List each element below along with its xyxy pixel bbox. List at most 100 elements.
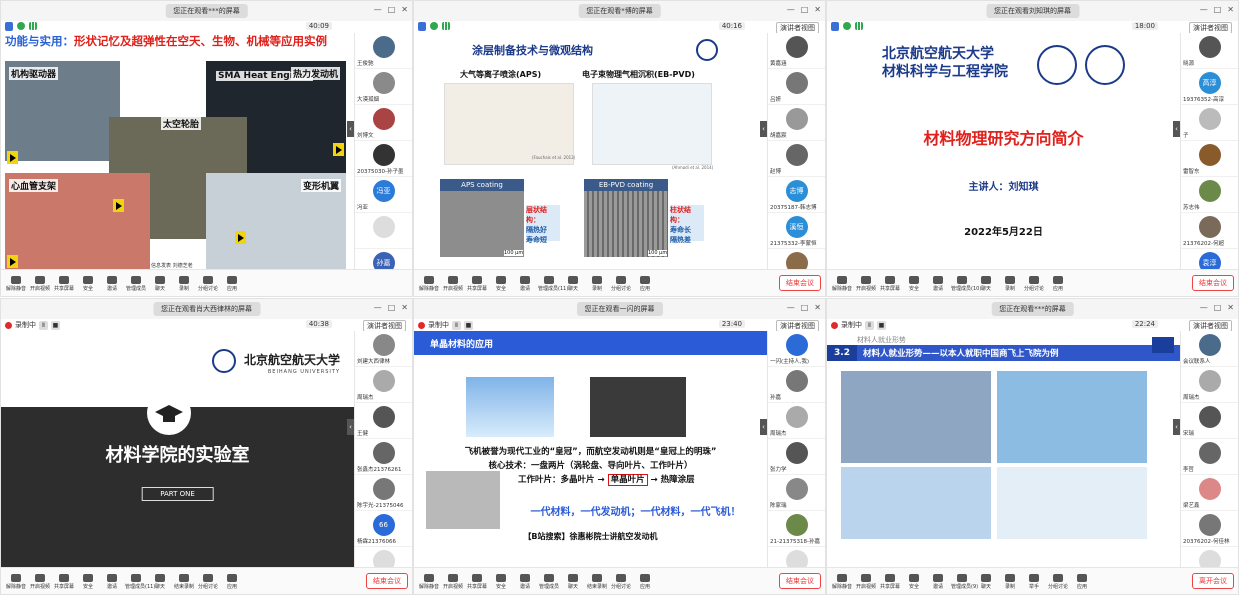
participant-tile[interactable]: 宋瑞 (1181, 403, 1238, 439)
participant-tile[interactable]: 大漠孤烟 (355, 69, 412, 105)
participant-tile[interactable]: 66 杨霖21376066 (355, 511, 412, 547)
participant-tile[interactable] (355, 547, 412, 569)
close-icon[interactable]: ✕ (401, 303, 408, 312)
play-icon[interactable] (7, 151, 18, 164)
participant-tile[interactable] (355, 213, 412, 249)
toolbar-button[interactable]: 开启视频 (29, 573, 51, 590)
stop-recording-button[interactable]: ■ (464, 320, 473, 330)
participant-tile[interactable]: 高淳 19376352-高淳 (1181, 69, 1238, 105)
toolbar-button[interactable]: 管理成员(11) (538, 275, 568, 292)
stop-recording-button[interactable]: ■ (51, 320, 60, 330)
participant-tile[interactable]: 王俊驰 (355, 33, 412, 69)
participant-tile[interactable]: 刘博文 (355, 105, 412, 141)
minimize-icon[interactable]: — (787, 303, 795, 312)
participant-tile[interactable]: 志博 20375187-韩志博 (768, 177, 825, 213)
toolbar-button[interactable]: 邀请 (514, 573, 536, 590)
toolbar-button[interactable]: 分组讨论 (1023, 275, 1045, 292)
stop-recording-button[interactable]: ■ (877, 320, 886, 330)
toolbar-button[interactable]: 聊天 (975, 573, 997, 590)
maximize-icon[interactable]: □ (388, 303, 396, 312)
minimize-icon[interactable]: — (787, 5, 795, 14)
toolbar-button[interactable]: 录制 (999, 275, 1021, 292)
toolbar-button[interactable]: 分组讨论 (610, 275, 632, 292)
shield-icon[interactable] (5, 22, 13, 31)
toolbar-button[interactable]: 分组讨论 (197, 275, 219, 292)
toolbar-button[interactable]: 管理成员(11) (125, 573, 155, 590)
toolbar-button[interactable]: 解除静音 (418, 573, 440, 590)
toolbar-button[interactable]: 聊天 (562, 275, 584, 292)
participant-tile[interactable]: 周瑞杰 (355, 367, 412, 403)
signal-icon[interactable] (855, 22, 863, 30)
toolbar-button[interactable]: 共享屏幕 (879, 573, 901, 590)
participant-tile[interactable] (768, 249, 825, 271)
maximize-icon[interactable]: □ (801, 303, 809, 312)
signal-icon[interactable] (29, 22, 37, 30)
participant-tile[interactable]: 吕妍 (768, 69, 825, 105)
participant-tile[interactable]: 冯亚 冯亚 (355, 177, 412, 213)
maximize-icon[interactable]: □ (1214, 303, 1222, 312)
toolbar-button[interactable]: 应用 (1071, 573, 1093, 590)
pause-recording-button[interactable]: Ⅱ (452, 320, 461, 330)
pause-recording-button[interactable]: Ⅱ (39, 320, 48, 330)
participant-tile[interactable]: 21-21375318-孙嘉 (768, 511, 825, 547)
toolbar-button[interactable]: 安全 (903, 573, 925, 590)
participant-tile[interactable]: 雷智东 (1181, 141, 1238, 177)
collapse-panel-icon[interactable]: ‹ (1173, 121, 1180, 137)
participant-tile[interactable]: 袁淳 (1181, 249, 1238, 271)
end-meeting-button[interactable]: 结束会议 (779, 573, 821, 589)
participant-tile[interactable] (768, 547, 825, 569)
participant-tile[interactable]: 李哲 (1181, 439, 1238, 475)
participant-tile[interactable]: 一闪(主持人,我) (768, 331, 825, 367)
toolbar-button[interactable]: 结束录制 (586, 573, 608, 590)
toolbar-button[interactable]: 安全 (77, 275, 99, 292)
toolbar-button[interactable]: 管理成员(10) (951, 275, 981, 292)
toolbar-button[interactable]: 开启视频 (855, 275, 877, 292)
shield-icon[interactable] (418, 22, 426, 31)
participant-tile[interactable]: 溪恒 21375332-李蒙恒 (768, 213, 825, 249)
minimize-icon[interactable]: — (374, 303, 382, 312)
participant-tile[interactable]: 苏志伟 (1181, 177, 1238, 213)
toolbar-button[interactable]: 开启视频 (29, 275, 51, 292)
toolbar-button[interactable]: 共享屏幕 (466, 275, 488, 292)
toolbar-button[interactable]: 安全 (77, 573, 99, 590)
toolbar-button[interactable]: 聊天 (562, 573, 584, 590)
participant-tile[interactable]: 胡嘉宸 (768, 105, 825, 141)
collapse-panel-icon[interactable]: ‹ (347, 419, 354, 435)
toolbar-button[interactable]: 邀请 (514, 275, 536, 292)
end-meeting-button[interactable]: 离开会议 (1192, 573, 1234, 589)
toolbar-button[interactable]: 邀请 (927, 275, 949, 292)
toolbar-button[interactable]: 邀请 (927, 573, 949, 590)
toolbar-button[interactable]: 应用 (221, 573, 243, 590)
toolbar-button[interactable]: 管理成员 (125, 275, 147, 292)
toolbar-button[interactable]: 开启视频 (442, 275, 464, 292)
participant-tile[interactable]: 陈宇光-21375046 (355, 475, 412, 511)
close-icon[interactable]: ✕ (1227, 303, 1234, 312)
toolbar-button[interactable]: 共享屏幕 (53, 573, 75, 590)
collapse-panel-icon[interactable]: ‹ (347, 121, 354, 137)
participant-tile[interactable]: 子 (1181, 105, 1238, 141)
toolbar-button[interactable]: 管理成员(9) (951, 573, 978, 590)
toolbar-button[interactable]: 管理成员 (538, 573, 560, 590)
end-meeting-button[interactable]: 结束会议 (1192, 275, 1234, 291)
toolbar-button[interactable]: 分组讨论 (610, 573, 632, 590)
toolbar-button[interactable]: 解除静音 (5, 573, 27, 590)
participant-tile[interactable]: 孙嘉21375318-孙嘉 (355, 249, 412, 271)
play-icon[interactable] (113, 199, 124, 212)
toolbar-button[interactable]: 开启视频 (442, 573, 464, 590)
toolbar-button[interactable]: 安全 (490, 275, 512, 292)
meeting-info-icon[interactable] (17, 22, 25, 30)
participant-tile[interactable]: 20375030-孙子墨 (355, 141, 412, 177)
minimize-icon[interactable]: — (374, 5, 382, 14)
collapse-panel-icon[interactable]: ‹ (760, 419, 767, 435)
toolbar-button[interactable]: 举手 (1023, 573, 1045, 590)
toolbar-button[interactable]: 聊天 (149, 275, 171, 292)
close-icon[interactable]: ✕ (401, 5, 408, 14)
participant-tile[interactable]: 张鑫杰21376261 (355, 439, 412, 475)
maximize-icon[interactable]: □ (1214, 5, 1222, 14)
signal-icon[interactable] (442, 22, 450, 30)
participant-tile[interactable]: 赵博 (768, 141, 825, 177)
pause-recording-button[interactable]: Ⅱ (865, 320, 874, 330)
meeting-info-icon[interactable] (843, 22, 851, 30)
participant-tile[interactable]: 梁艺鑫 (1181, 475, 1238, 511)
collapse-panel-icon[interactable]: ‹ (760, 121, 767, 137)
